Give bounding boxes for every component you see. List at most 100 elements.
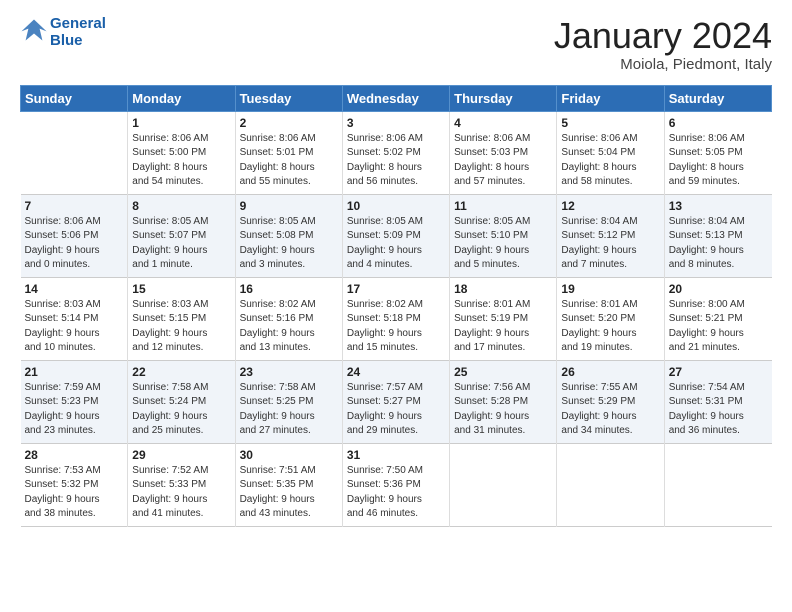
day-info: Sunrise: 8:03 AM Sunset: 5:14 PM Dayligh… [25, 298, 124, 356]
day-number: 20 [669, 282, 768, 296]
logo-line1: General [50, 16, 106, 33]
month-title: January 2024 [554, 16, 772, 56]
day-info: Sunrise: 7:57 AM Sunset: 5:27 PM Dayligh… [347, 381, 445, 439]
day-info: Sunrise: 7:51 AM Sunset: 5:35 PM Dayligh… [240, 464, 338, 522]
day-number: 2 [240, 116, 338, 130]
day-info: Sunrise: 8:03 AM Sunset: 5:15 PM Dayligh… [132, 298, 230, 356]
calendar-cell: 5Sunrise: 8:06 AM Sunset: 5:04 PM Daylig… [557, 111, 664, 194]
day-info: Sunrise: 7:52 AM Sunset: 5:33 PM Dayligh… [132, 464, 230, 522]
logo: General Blue [20, 16, 106, 49]
day-info: Sunrise: 8:04 AM Sunset: 5:12 PM Dayligh… [561, 215, 659, 273]
header: General Blue January 2024 Moiola, Piedmo… [20, 16, 772, 73]
calendar-cell: 29 Sunrise: 7:52 AM Sunset: 5:33 PM Dayli… [128, 443, 235, 526]
calendar-cell: 8 Sunrise: 8:05 AM Sunset: 5:07 PM Daylig… [128, 194, 235, 277]
calendar-week-row: 28 Sunrise: 7:53 AM Sunset: 5:32 PM Dayli… [21, 443, 772, 526]
day-info: Sunrise: 8:05 AM Sunset: 5:10 PM Dayligh… [454, 215, 552, 273]
day-info: Sunrise: 7:50 AM Sunset: 5:36 PM Dayligh… [347, 464, 445, 522]
day-info: Sunrise: 8:02 AM Sunset: 5:16 PM Dayligh… [240, 298, 338, 356]
calendar-cell: 22Sunrise: 7:58 AM Sunset: 5:24 PM Dayli… [128, 360, 235, 443]
day-info: Sunrise: 8:00 AM Sunset: 5:21 PM Dayligh… [669, 298, 768, 356]
day-number: 15 [132, 282, 230, 296]
day-info: Sunrise: 7:55 AM Sunset: 5:29 PM Dayligh… [561, 381, 659, 439]
day-info: Sunrise: 8:05 AM Sunset: 5:07 PM Dayligh… [132, 215, 230, 273]
day-number: 14 [25, 282, 124, 296]
day-number: 27 [669, 365, 768, 379]
day-number: 23 [240, 365, 338, 379]
day-number: 22 [132, 365, 230, 379]
day-number: 1 [132, 116, 230, 130]
day-info: Sunrise: 8:02 AM Sunset: 5:18 PM Dayligh… [347, 298, 445, 356]
calendar-cell [450, 443, 557, 526]
calendar-week-row: 1 Sunrise: 8:06 AM Sunset: 5:00 PM Daylig… [21, 111, 772, 194]
calendar-week-row: 21 Sunrise: 7:59 AM Sunset: 5:23 PM Dayli… [21, 360, 772, 443]
calendar-cell: 19Sunrise: 8:01 AM Sunset: 5:20 PM Dayli… [557, 277, 664, 360]
day-info: Sunrise: 8:05 AM Sunset: 5:08 PM Dayligh… [240, 215, 338, 273]
calendar-cell: 3 Sunrise: 8:06 AM Sunset: 5:02 PM Daylig… [342, 111, 449, 194]
calendar-cell: 17 Sunrise: 8:02 AM Sunset: 5:18 PM Dayli… [342, 277, 449, 360]
weekday-header-tuesday: Tuesday [235, 85, 342, 111]
page-container: General Blue January 2024 Moiola, Piedmo… [0, 0, 792, 537]
calendar-cell: 31 Sunrise: 7:50 AM Sunset: 5:36 PM Dayli… [342, 443, 449, 526]
calendar-cell: 2 Sunrise: 8:06 AM Sunset: 5:01 PM Daylig… [235, 111, 342, 194]
day-number: 21 [25, 365, 124, 379]
day-info: Sunrise: 8:06 AM Sunset: 5:03 PM Dayligh… [454, 132, 552, 190]
day-info: Sunrise: 8:04 AM Sunset: 5:13 PM Dayligh… [669, 215, 768, 273]
day-number: 31 [347, 448, 445, 462]
day-info: Sunrise: 7:59 AM Sunset: 5:23 PM Dayligh… [25, 381, 124, 439]
day-info: Sunrise: 8:06 AM Sunset: 5:01 PM Dayligh… [240, 132, 338, 190]
calendar-cell: 10 Sunrise: 8:05 AM Sunset: 5:09 PM Dayli… [342, 194, 449, 277]
calendar-cell [664, 443, 771, 526]
calendar-cell: 4 Sunrise: 8:06 AM Sunset: 5:03 PM Daylig… [450, 111, 557, 194]
day-number: 3 [347, 116, 445, 130]
day-info: Sunrise: 8:06 AM Sunset: 5:06 PM Dayligh… [25, 215, 124, 273]
logo-icon [20, 16, 48, 44]
day-number: 8 [132, 199, 230, 213]
weekday-header-wednesday: Wednesday [342, 85, 449, 111]
day-number: 12 [561, 199, 659, 213]
day-number: 28 [25, 448, 124, 462]
day-number: 4 [454, 116, 552, 130]
calendar-cell: 25Sunrise: 7:56 AM Sunset: 5:28 PM Dayli… [450, 360, 557, 443]
calendar-cell: 1 Sunrise: 8:06 AM Sunset: 5:00 PM Daylig… [128, 111, 235, 194]
day-info: Sunrise: 7:58 AM Sunset: 5:25 PM Dayligh… [240, 381, 338, 439]
day-info: Sunrise: 8:06 AM Sunset: 5:02 PM Dayligh… [347, 132, 445, 190]
day-number: 6 [669, 116, 768, 130]
location: Moiola, Piedmont, Italy [554, 56, 772, 73]
calendar-week-row: 7 Sunrise: 8:06 AM Sunset: 5:06 PM Daylig… [21, 194, 772, 277]
calendar-table: SundayMondayTuesdayWednesdayThursdayFrid… [20, 85, 772, 527]
day-info: Sunrise: 8:05 AM Sunset: 5:09 PM Dayligh… [347, 215, 445, 273]
calendar-cell: 26 Sunrise: 7:55 AM Sunset: 5:29 PM Dayli… [557, 360, 664, 443]
calendar-cell: 14 Sunrise: 8:03 AM Sunset: 5:14 PM Dayli… [21, 277, 128, 360]
day-info: Sunrise: 8:06 AM Sunset: 5:00 PM Dayligh… [132, 132, 230, 190]
calendar-cell: 13Sunrise: 8:04 AM Sunset: 5:13 PM Dayli… [664, 194, 771, 277]
calendar-week-row: 14 Sunrise: 8:03 AM Sunset: 5:14 PM Dayli… [21, 277, 772, 360]
title-block: January 2024 Moiola, Piedmont, Italy [554, 16, 772, 73]
calendar-cell [557, 443, 664, 526]
calendar-cell: 15 Sunrise: 8:03 AM Sunset: 5:15 PM Dayli… [128, 277, 235, 360]
day-number: 24 [347, 365, 445, 379]
day-info: Sunrise: 8:06 AM Sunset: 5:05 PM Dayligh… [669, 132, 768, 190]
calendar-cell: 18 Sunrise: 8:01 AM Sunset: 5:19 PM Dayli… [450, 277, 557, 360]
day-number: 16 [240, 282, 338, 296]
day-info: Sunrise: 7:56 AM Sunset: 5:28 PM Dayligh… [454, 381, 552, 439]
calendar-cell: 16 Sunrise: 8:02 AM Sunset: 5:16 PM Dayli… [235, 277, 342, 360]
calendar-cell: 12 Sunrise: 8:04 AM Sunset: 5:12 PM Dayli… [557, 194, 664, 277]
day-info: Sunrise: 7:53 AM Sunset: 5:32 PM Dayligh… [25, 464, 124, 522]
logo-line2: Blue [50, 33, 106, 50]
day-number: 26 [561, 365, 659, 379]
calendar-cell: 30 Sunrise: 7:51 AM Sunset: 5:35 PM Dayli… [235, 443, 342, 526]
calendar-cell: 23 Sunrise: 7:58 AM Sunset: 5:25 PM Dayli… [235, 360, 342, 443]
day-info: Sunrise: 8:06 AM Sunset: 5:04 PM Dayligh… [561, 132, 659, 190]
day-number: 29 [132, 448, 230, 462]
weekday-header-monday: Monday [128, 85, 235, 111]
calendar-cell: 24 Sunrise: 7:57 AM Sunset: 5:27 PM Dayli… [342, 360, 449, 443]
day-info: Sunrise: 8:01 AM Sunset: 5:19 PM Dayligh… [454, 298, 552, 356]
day-number: 18 [454, 282, 552, 296]
day-number: 7 [25, 199, 124, 213]
day-number: 10 [347, 199, 445, 213]
day-info: Sunrise: 8:01 AM Sunset: 5:20 PM Dayligh… [561, 298, 659, 356]
calendar-cell: 27Sunrise: 7:54 AM Sunset: 5:31 PM Dayli… [664, 360, 771, 443]
day-number: 17 [347, 282, 445, 296]
day-number: 30 [240, 448, 338, 462]
weekday-header-friday: Friday [557, 85, 664, 111]
